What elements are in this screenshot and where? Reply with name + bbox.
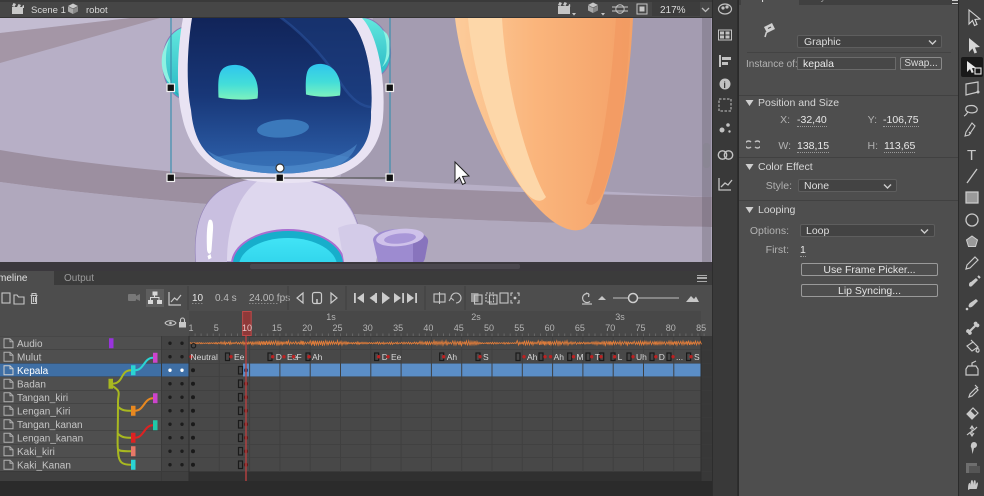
svg-text:Kaki_Kanan: Kaki_Kanan bbox=[17, 460, 71, 471]
svg-text:3s: 3s bbox=[615, 312, 625, 322]
svg-text:217%: 217% bbox=[660, 5, 686, 16]
svg-text:F: F bbox=[297, 352, 302, 362]
svg-text:L: L bbox=[618, 352, 623, 362]
svg-text:Ee: Ee bbox=[391, 352, 402, 362]
svg-text:S: S bbox=[483, 352, 489, 362]
svg-text:Tangan_kanan: Tangan_kanan bbox=[17, 420, 83, 431]
svg-text:50: 50 bbox=[484, 323, 494, 333]
svg-text:10: 10 bbox=[242, 323, 252, 333]
svg-text:65: 65 bbox=[575, 323, 585, 333]
svg-text:T: T bbox=[595, 352, 600, 362]
svg-text:15: 15 bbox=[272, 323, 282, 333]
svg-text:10: 10 bbox=[192, 293, 204, 304]
svg-text:0.4 s: 0.4 s bbox=[215, 293, 237, 304]
svg-text:Mulut: Mulut bbox=[17, 352, 42, 363]
svg-text:T: T bbox=[967, 147, 976, 164]
svg-text:...: ... bbox=[676, 352, 683, 362]
svg-text:i: i bbox=[723, 80, 726, 90]
svg-text:Ah: Ah bbox=[527, 352, 538, 362]
svg-text:Audio: Audio bbox=[17, 339, 43, 350]
svg-text:2s: 2s bbox=[471, 312, 481, 322]
svg-text:75: 75 bbox=[635, 323, 645, 333]
svg-text:Ah: Ah bbox=[312, 352, 323, 362]
svg-text:70: 70 bbox=[605, 323, 615, 333]
svg-text:Ee: Ee bbox=[234, 352, 245, 362]
svg-text:25: 25 bbox=[332, 323, 342, 333]
svg-text:35: 35 bbox=[393, 323, 403, 333]
svg-text:Lengan_Kiri: Lengan_Kiri bbox=[17, 406, 70, 417]
svg-text:Tangan_kiri: Tangan_kiri bbox=[17, 393, 68, 404]
svg-text:55: 55 bbox=[514, 323, 524, 333]
svg-text:45: 45 bbox=[454, 323, 464, 333]
svg-text:Scene 1: Scene 1 bbox=[31, 5, 66, 16]
svg-text:S: S bbox=[694, 352, 700, 362]
svg-text:85: 85 bbox=[696, 323, 706, 333]
svg-text:D: D bbox=[659, 352, 665, 362]
svg-text:Badan: Badan bbox=[17, 379, 46, 390]
svg-text:30: 30 bbox=[363, 323, 373, 333]
svg-text:24.00 fps: 24.00 fps bbox=[249, 293, 290, 304]
svg-text:80: 80 bbox=[666, 323, 676, 333]
svg-text:Ah: Ah bbox=[447, 352, 458, 362]
svg-text:Neutral: Neutral bbox=[191, 352, 219, 362]
svg-text:5: 5 bbox=[214, 323, 219, 333]
svg-text:D: D bbox=[276, 352, 282, 362]
svg-text:Lengan_kanan: Lengan_kanan bbox=[17, 433, 83, 444]
svg-text:Kepala: Kepala bbox=[17, 366, 49, 377]
svg-text:robot: robot bbox=[86, 5, 108, 16]
svg-text:60: 60 bbox=[545, 323, 555, 333]
svg-text:Uh: Uh bbox=[636, 352, 647, 362]
svg-text:Ah: Ah bbox=[554, 352, 565, 362]
svg-text:1s: 1s bbox=[326, 312, 336, 322]
svg-text:M: M bbox=[577, 352, 584, 362]
svg-text:1: 1 bbox=[188, 323, 193, 333]
svg-text:20: 20 bbox=[302, 323, 312, 333]
svg-text:40: 40 bbox=[423, 323, 433, 333]
svg-text:Kaki_kiri: Kaki_kiri bbox=[17, 447, 55, 458]
